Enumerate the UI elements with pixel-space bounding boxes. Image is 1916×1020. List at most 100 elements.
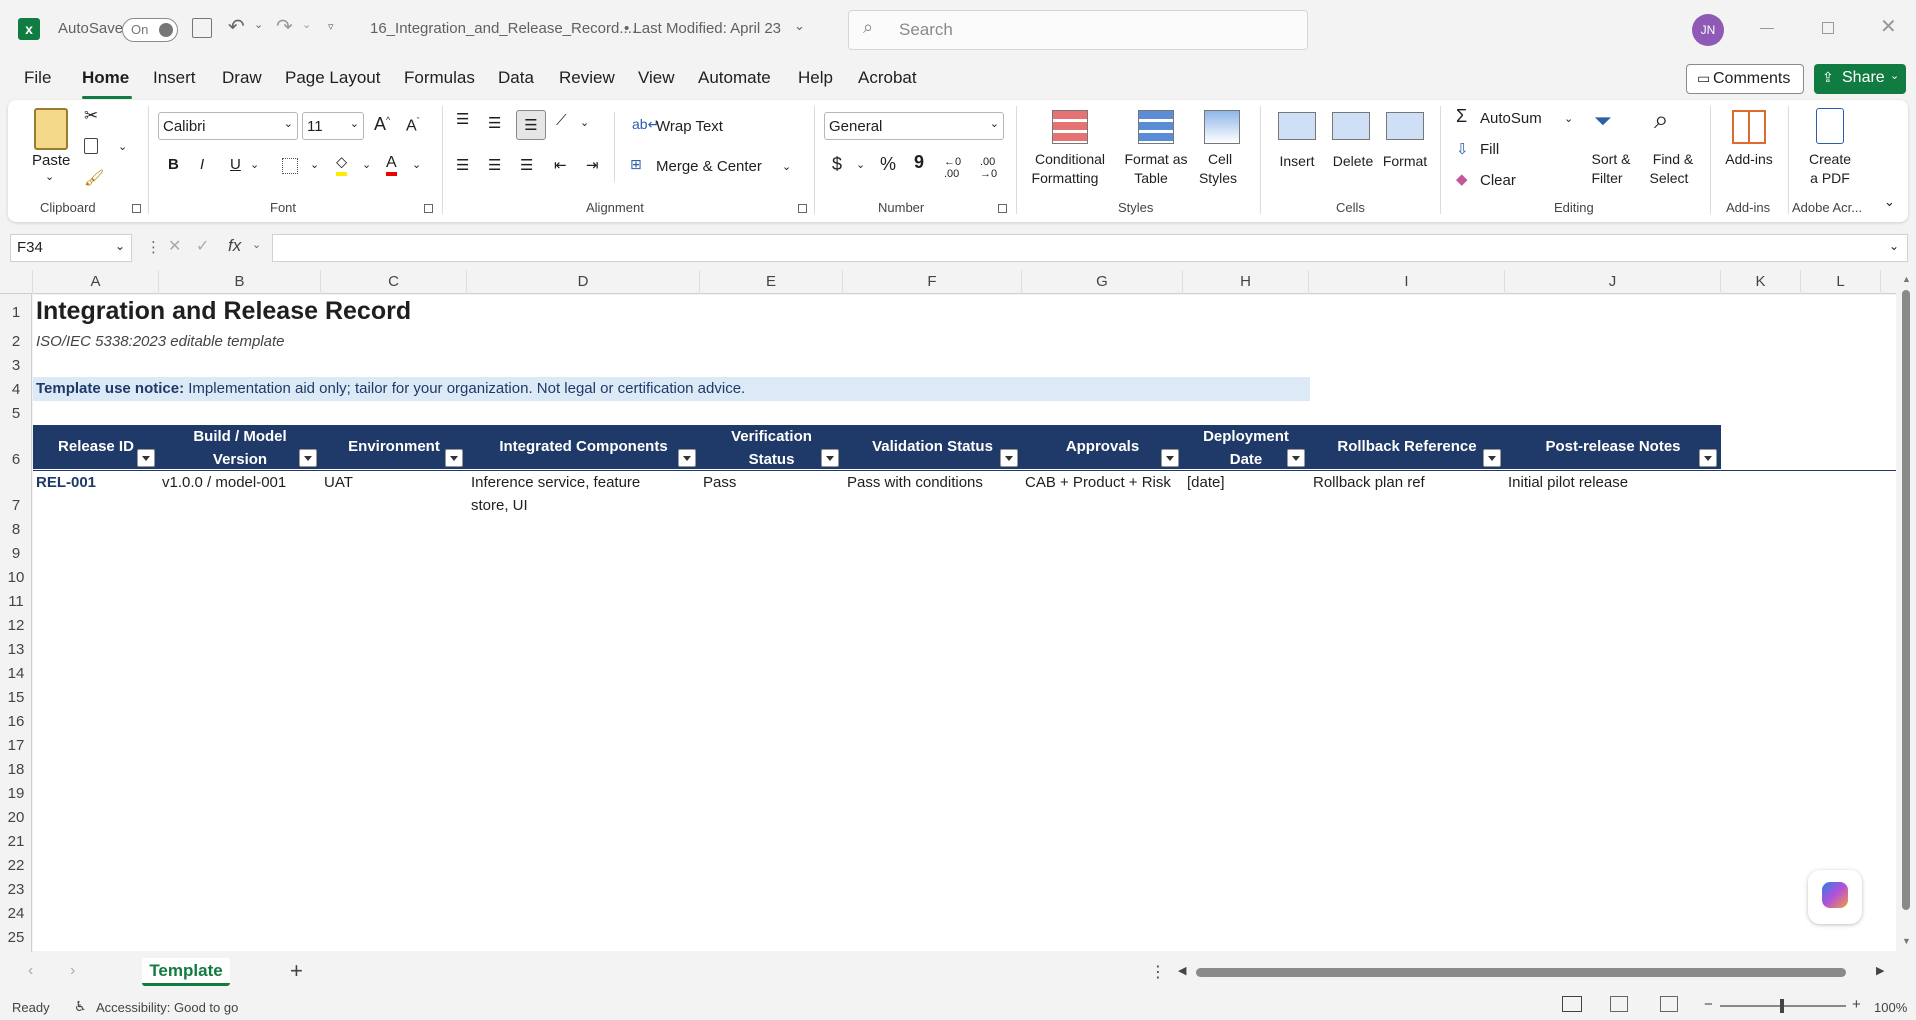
filter-button[interactable] — [1287, 449, 1305, 467]
accessibility-status[interactable]: Accessibility: Good to go — [96, 1000, 238, 1015]
menu-draw[interactable]: Draw — [222, 68, 262, 88]
underline-icon[interactable]: U — [230, 156, 241, 173]
cell-styles-label-2[interactable]: Styles — [1188, 169, 1248, 188]
column-header-k[interactable]: K — [1721, 270, 1801, 294]
fill-color-icon[interactable]: ⬦ — [336, 154, 348, 176]
row-header[interactable]: 16 — [0, 713, 32, 730]
fill-button[interactable]: Fill — [1480, 141, 1499, 158]
select-all-corner[interactable] — [0, 270, 33, 294]
chevron-down-icon[interactable]: ⌄ — [310, 158, 319, 171]
tab-options-icon[interactable]: ⋮ — [1150, 962, 1166, 982]
find-select-icon[interactable]: ⌕ — [1654, 104, 1669, 136]
sheet-tab-template[interactable]: Template — [142, 958, 230, 986]
chevron-down-icon[interactable]: ⌄ — [45, 170, 54, 183]
filter-button[interactable] — [821, 449, 839, 467]
menu-data[interactable]: Data — [498, 68, 534, 88]
confirm-formula-icon[interactable]: ✓ — [196, 236, 209, 256]
dialog-launcher-icon[interactable] — [798, 204, 807, 213]
find-select-label-1[interactable]: Find & — [1644, 150, 1702, 169]
next-sheet-icon[interactable]: › — [70, 962, 75, 980]
row-header[interactable]: 23 — [0, 881, 32, 898]
align-center-icon[interactable]: ☰ — [488, 156, 501, 174]
align-middle-icon[interactable]: ☰ — [488, 114, 501, 132]
menu-acrobat[interactable]: Acrobat — [858, 68, 917, 88]
vertical-scrollbar[interactable]: ▲ ▼ — [1896, 270, 1916, 952]
menu-insert[interactable]: Insert — [153, 68, 196, 88]
header-build-version[interactable]: Build / Model Version — [159, 425, 321, 469]
menu-automate[interactable]: Automate — [698, 68, 771, 88]
merge-center-icon[interactable]: ⊞ — [630, 156, 642, 173]
header-integrated-components[interactable]: Integrated Components — [467, 425, 700, 469]
zoom-in-icon[interactable]: + — [1852, 996, 1861, 1013]
sheet-title[interactable]: Integration and Release Record — [36, 297, 411, 326]
page-break-view-icon[interactable] — [1660, 996, 1678, 1012]
file-name[interactable]: 16_Integration_and_Release_Record.... — [370, 20, 636, 37]
row-header[interactable]: 1 — [0, 304, 32, 321]
cell-validation[interactable]: Pass with conditions — [847, 474, 983, 491]
undo-icon[interactable]: ↶ — [228, 14, 245, 39]
filter-button[interactable] — [137, 449, 155, 467]
italic-icon[interactable]: I — [200, 156, 204, 173]
create-pdf-icon[interactable] — [1816, 108, 1844, 144]
name-box[interactable]: F34 ⌄ — [10, 234, 132, 262]
restore-icon[interactable] — [1822, 22, 1834, 34]
header-deployment-date[interactable]: Deployment Date — [1183, 425, 1309, 469]
filter-button[interactable] — [445, 449, 463, 467]
avatar[interactable]: JN — [1692, 14, 1724, 46]
borders-icon[interactable] — [282, 158, 298, 174]
cut-icon[interactable]: ✂ — [84, 106, 98, 126]
row-header[interactable]: 25 — [0, 929, 32, 946]
find-select-label-2[interactable]: Select — [1640, 169, 1698, 188]
autosum-icon[interactable]: Σ — [1456, 106, 1467, 127]
scroll-down-icon[interactable]: ▼ — [1902, 936, 1911, 946]
undo-dropdown-icon[interactable]: ⌄ — [254, 18, 263, 31]
clear-button[interactable]: Clear — [1480, 172, 1516, 189]
conditional-formatting-label-2[interactable]: Formatting — [1020, 169, 1110, 188]
header-release-id[interactable]: Release ID — [33, 425, 159, 469]
comma-style-icon[interactable]: 9 — [914, 152, 924, 173]
merge-center-button[interactable]: Merge & Center — [656, 158, 762, 175]
increase-font-icon[interactable]: A^ — [374, 114, 390, 135]
dialog-launcher-icon[interactable] — [132, 204, 141, 213]
number-format-select[interactable]: General ⌄ — [824, 112, 1004, 140]
paste-icon[interactable] — [34, 108, 68, 150]
format-as-table-icon[interactable] — [1138, 110, 1174, 144]
chevron-down-icon[interactable]: ⌄ — [782, 160, 791, 173]
row-header[interactable]: 11 — [0, 593, 32, 610]
share-button[interactable]: ⇪ Share ⌄ — [1814, 64, 1906, 94]
cell-approvals[interactable]: CAB + Product + Risk — [1025, 474, 1171, 491]
orientation-icon[interactable]: ⟋ — [556, 112, 567, 129]
menu-formulas[interactable]: Formulas — [404, 68, 475, 88]
format-as-table-label-1[interactable]: Format as — [1116, 150, 1196, 169]
row-header[interactable]: 13 — [0, 641, 32, 658]
percent-icon[interactable]: % — [880, 154, 896, 175]
chevron-down-icon[interactable]: ⌄ — [412, 158, 421, 171]
zoom-out-icon[interactable]: − — [1704, 996, 1713, 1013]
cell-build-version[interactable]: v1.0.0 / model-001 — [162, 474, 286, 491]
dialog-launcher-icon[interactable] — [998, 204, 1007, 213]
format-as-table-label-2[interactable]: Table — [1116, 169, 1186, 188]
excel-logo-icon[interactable]: x — [18, 18, 40, 40]
last-modified[interactable]: • Last Modified: April 23 — [624, 20, 781, 37]
conditional-formatting-icon[interactable] — [1052, 110, 1088, 144]
accessibility-icon[interactable]: ♿ — [74, 998, 87, 1015]
cell-rollback[interactable]: Rollback plan ref — [1313, 474, 1425, 491]
paste-label[interactable]: Paste — [32, 152, 70, 169]
insert-label[interactable]: Insert — [1270, 152, 1324, 171]
delete-cells-icon[interactable] — [1332, 112, 1370, 140]
filter-button[interactable] — [1161, 449, 1179, 467]
sheet-subtitle[interactable]: ISO/IEC 5338:2023 editable template — [36, 333, 285, 350]
row-header[interactable]: 19 — [0, 785, 32, 802]
decrease-indent-icon[interactable]: ⇤ — [554, 156, 567, 174]
font-size-select[interactable]: 11 ⌄ — [302, 112, 364, 140]
scroll-right-icon[interactable]: ▶ — [1876, 964, 1884, 977]
decrease-font-icon[interactable]: Aˇ — [406, 116, 420, 135]
font-name-select[interactable]: Calibri ⌄ — [158, 112, 298, 140]
chevron-down-icon[interactable]: ⌄ — [362, 158, 371, 171]
autosave-toggle[interactable]: On — [122, 18, 178, 42]
header-environment[interactable]: Environment — [321, 425, 467, 469]
comments-button[interactable]: ▭ Comments — [1686, 64, 1804, 94]
more-icon[interactable]: ⋮ — [146, 238, 161, 256]
filter-button[interactable] — [678, 449, 696, 467]
create-pdf-label-2[interactable]: a PDF — [1802, 169, 1858, 188]
